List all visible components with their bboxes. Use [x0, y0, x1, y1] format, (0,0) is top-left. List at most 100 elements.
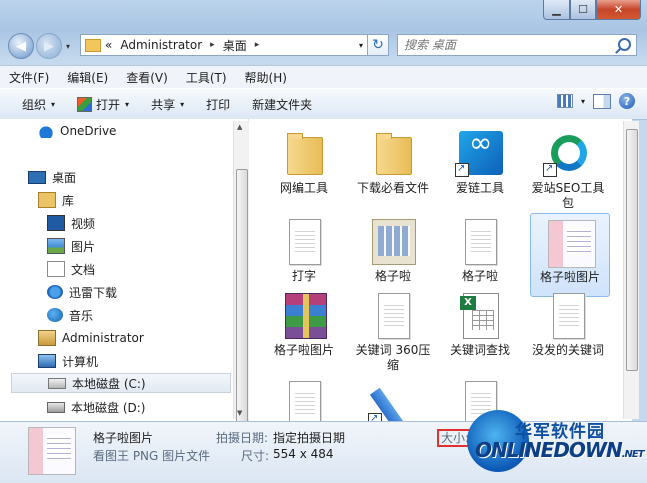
sidebar-item-documents[interactable]: 文档 — [47, 259, 95, 279]
file-item[interactable] — [353, 375, 433, 421]
refresh-button[interactable]: ↻ — [367, 34, 389, 56]
details-dimensions-label: 尺寸: — [241, 449, 270, 463]
organize-button[interactable]: 组织 ▾ — [22, 96, 55, 113]
file-item[interactable]: 关键词 360压缩 — [353, 287, 433, 372]
scroll-thumb[interactable] — [626, 129, 638, 371]
sidebar-item-administrator[interactable]: Administrator — [38, 328, 144, 348]
file-item[interactable]: 打字 — [264, 213, 344, 297]
scroll-down-arrow[interactable]: ▼ — [237, 409, 242, 417]
chevron-down-icon: ▾ — [51, 99, 56, 109]
views-dropdown[interactable]: ▾ — [581, 97, 585, 106]
nav-scrollbar[interactable]: ▲ ▼ — [233, 121, 249, 423]
chevron-down-icon: ▾ — [125, 99, 130, 109]
file-item[interactable]: 关键词查找 — [440, 287, 520, 371]
file-item[interactable]: 格子啦 — [353, 213, 433, 297]
sidebar-item-label: OneDrive — [60, 124, 117, 138]
new-folder-button[interactable]: 新建文件夹 — [252, 96, 312, 113]
help-icon[interactable]: ? — [619, 93, 635, 109]
details-date-value[interactable]: 指定拍摄日期 — [273, 429, 345, 446]
sidebar-item-label: 桌面 — [52, 170, 77, 185]
sidebar-item-label: 本地磁盘 (C:) — [72, 376, 146, 391]
image-thumbnail — [548, 220, 596, 268]
sidebar-item-label: 音乐 — [69, 308, 94, 323]
forward-button[interactable]: ▶ — [36, 33, 62, 59]
address-separator[interactable]: ▸ — [255, 40, 260, 50]
sidebar-item-label: 视频 — [71, 216, 96, 231]
sidebar-item-desktop[interactable]: 桌面 — [28, 167, 76, 187]
file-item[interactable]: 网编工具 — [264, 125, 344, 209]
file-item[interactable]: 下载必看文件 — [353, 125, 433, 209]
sidebar-item-library[interactable]: 库 — [38, 190, 74, 210]
sidebar-item-drive-c[interactable]: 本地磁盘 (C:) — [11, 373, 231, 393]
views-icon[interactable] — [556, 94, 573, 108]
file-item[interactable]: 格子啦 — [440, 213, 520, 297]
file-item[interactable]: 格子啦图片 — [264, 287, 344, 371]
file-item-selected[interactable]: 格子啦图片 — [530, 213, 610, 297]
print-label: 打印 — [206, 97, 231, 112]
print-button[interactable]: 打印 — [206, 96, 230, 113]
drive-c-icon — [48, 377, 66, 389]
menu-view[interactable]: 查看(V) — [117, 69, 177, 86]
close-button[interactable]: ✕ — [596, 0, 641, 20]
sidebar-item-pictures[interactable]: 图片 — [47, 236, 95, 256]
details-date-label: 拍摄日期: — [216, 431, 269, 445]
details-thumbnail — [28, 427, 76, 475]
text-file-icon — [553, 293, 585, 339]
open-label: 打开 — [96, 97, 121, 112]
sidebar-item-computer[interactable]: 计算机 — [38, 351, 98, 371]
sidebar-item-drive-d[interactable]: 本地磁盘 (D:) — [47, 397, 145, 417]
picture-icon — [47, 238, 65, 254]
file-label: 格子啦 — [374, 269, 411, 283]
sidebar-item-music[interactable]: 音乐 — [47, 305, 93, 325]
menu-tools[interactable]: 工具(T) — [177, 69, 236, 86]
recent-pages-dropdown[interactable]: ▾ — [66, 42, 70, 51]
scroll-up-arrow[interactable]: ▲ — [237, 123, 242, 131]
folder-icon — [287, 133, 323, 175]
library-icon — [38, 192, 56, 208]
command-bar: 组织 ▾ 打开 ▾ 共享 ▾ 打印 新建文件夹 ▾ ? — [0, 88, 647, 120]
shortcut-arrow-icon — [368, 411, 382, 421]
details-file-name: 格子啦图片 — [93, 431, 154, 445]
file-view: 网编工具 下载必看文件 爱链工具 爱站SEO工具包 打字 格子啦 格子啦 格 — [249, 119, 632, 421]
nav-buttons: ◀ ▶ ▾ — [8, 33, 70, 59]
menu-help[interactable]: 帮助(H) — [236, 69, 296, 86]
maximize-button[interactable]: ☐ — [570, 0, 596, 20]
computer-icon — [38, 354, 56, 368]
text-file-icon — [465, 219, 497, 265]
menu-bar: 文件(F) 编辑(E) 查看(V) 工具(T) 帮助(H) — [0, 65, 647, 88]
minimize-button[interactable]: ▁ — [543, 0, 570, 20]
search-icon[interactable] — [618, 38, 631, 51]
back-button[interactable]: ◀ — [8, 33, 34, 59]
details-dimensions-value: 554 x 484 — [273, 447, 334, 461]
address-overflow[interactable]: « — [105, 38, 112, 52]
app-icon — [77, 96, 93, 112]
file-item[interactable]: 没发的关键词 — [528, 287, 608, 371]
menu-file[interactable]: 文件(F) — [0, 69, 58, 86]
search-box[interactable] — [397, 34, 637, 56]
menu-edit[interactable]: 编辑(E) — [58, 69, 117, 86]
file-label: 格子啦图片 — [539, 270, 600, 284]
share-label: 共享 — [151, 97, 176, 112]
file-item[interactable]: 爱链工具 — [440, 125, 520, 209]
file-item[interactable]: 爱站SEO工具包 — [528, 125, 608, 210]
sidebar-item-thunder-downloads[interactable]: 迅雷下载 — [47, 282, 117, 302]
content-scrollbar[interactable] — [623, 121, 639, 419]
scroll-thumb[interactable] — [236, 169, 248, 423]
file-label: 格子啦 — [461, 269, 498, 283]
user-folder-icon — [38, 330, 56, 346]
file-item[interactable] — [264, 375, 344, 421]
sidebar-item-label: 迅雷下载 — [69, 285, 118, 300]
sidebar-item-label: Administrator — [62, 331, 144, 345]
address-separator[interactable]: ▸ — [210, 40, 215, 50]
preview-pane-icon[interactable] — [593, 93, 611, 109]
search-input[interactable] — [398, 37, 616, 53]
organize-label: 组织 — [22, 97, 47, 112]
open-button[interactable]: 打开 ▾ — [77, 96, 129, 113]
address-segment-administrator[interactable]: Administrator — [120, 38, 202, 52]
share-button[interactable]: 共享 ▾ — [151, 96, 184, 113]
sidebar-item-onedrive[interactable]: OneDrive — [38, 121, 116, 141]
address-bar[interactable]: « Administrator ▸ 桌面 ▸ ▾ — [80, 34, 386, 56]
sidebar-item-videos[interactable]: 视频 — [47, 213, 95, 233]
address-segment-desktop[interactable]: 桌面 — [223, 37, 247, 54]
address-dropdown[interactable]: ▾ — [359, 41, 363, 50]
